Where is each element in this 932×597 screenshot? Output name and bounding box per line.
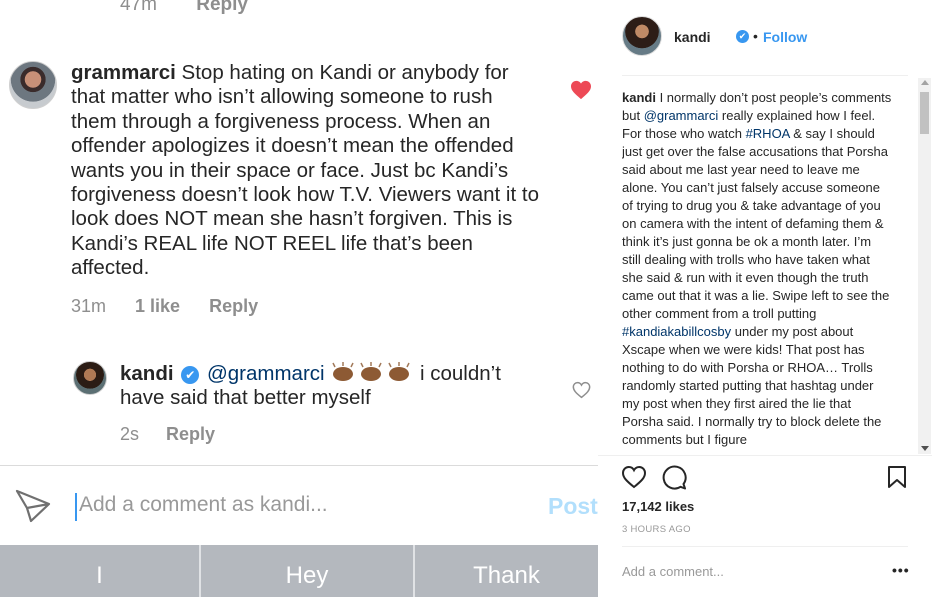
follow-button[interactable]: Follow [763, 29, 807, 45]
header-divider [622, 75, 908, 76]
comment-divider [622, 546, 908, 547]
reply-reply: Reply [166, 424, 216, 444]
keyboard-suggestion: Thank [473, 562, 540, 589]
post-side-panel: kandi ✔ • Follow kandi I normally don’t … [598, 0, 932, 597]
comment-text: Stop hating on Kandi or anybody for that… [71, 61, 539, 280]
caption-mention-link[interactable]: @grammarci [644, 108, 719, 123]
clapping-hands-icon [332, 362, 354, 381]
clapping-hands-icon [388, 362, 410, 381]
comment-meta: 31m 1 like Reply [71, 296, 282, 317]
caption-text: kandi I normally don’t post people’s com… [622, 89, 892, 449]
heart-outline-icon [572, 381, 591, 399]
keyboard-suggestion: I [96, 562, 103, 589]
bookmark-save-icon[interactable] [887, 465, 907, 489]
compose-placeholder: Add a comment as kandi... [79, 493, 328, 516]
comment-time: 31m [71, 296, 107, 316]
caption-segment: under my post about Xscape when we were … [622, 324, 882, 447]
scrollbar-thumb[interactable] [920, 92, 929, 134]
post-photo: 47m Reply grammarci Stop hating on Kandi… [0, 0, 598, 597]
caption-scrollbar[interactable] [918, 78, 931, 454]
reply-username: kandi [120, 362, 174, 385]
reply-time: 2s [120, 424, 140, 444]
caption-scroll-area[interactable]: kandi I normally don’t post people’s com… [622, 89, 892, 453]
compose-bar: Add a comment as kandi... Post [0, 465, 598, 545]
text-caret [75, 493, 77, 521]
caption-hashtag-link[interactable]: #RHOA [746, 126, 790, 141]
header-separator: • [753, 28, 758, 44]
reply-mention: @grammarci [206, 362, 325, 385]
verified-badge-icon: ✔ [181, 366, 200, 384]
previous-comment-time: 47m [120, 0, 157, 15]
kandi-reply-comment: kandi ✔ @grammarci i couldn’t have said … [120, 361, 540, 411]
like-heart-icon[interactable] [621, 465, 647, 489]
comment-reply: Reply [209, 296, 259, 316]
likes-count[interactable]: 17,142 likes [622, 499, 694, 514]
comment-bubble-icon[interactable] [661, 465, 687, 490]
kandi-reply-avatar [73, 361, 107, 395]
caption-segment: & say I should just get over the false a… [622, 126, 890, 321]
scroll-up-arrow-icon[interactable] [921, 80, 929, 85]
author-username[interactable]: kandi [674, 29, 711, 45]
more-options-icon[interactable]: ••• [892, 562, 910, 578]
scroll-down-arrow-icon[interactable] [921, 446, 929, 451]
grammarci-comment: grammarci Stop hating on Kandi or anybod… [71, 61, 541, 281]
send-icon [15, 489, 51, 523]
comment-likes: 1 like [135, 296, 181, 316]
comment-username: grammarci [71, 61, 176, 84]
actions-divider [598, 455, 932, 456]
previous-comment-meta: 47m Reply [120, 0, 282, 16]
previous-comment-reply: Reply [196, 0, 248, 15]
keyboard-suggestion: Hey [285, 562, 329, 589]
caption-username[interactable]: kandi [622, 90, 656, 105]
post-timestamp[interactable]: 3 HOURS AGO [622, 524, 691, 535]
reply-meta: 2s Reply [120, 424, 237, 445]
clapping-hands-icon [360, 362, 382, 381]
liked-heart-icon [571, 80, 591, 100]
grammarci-avatar [9, 61, 57, 109]
keyboard-suggestion-bar: I Hey Thank [0, 545, 598, 597]
add-comment-input[interactable]: Add a comment... [622, 564, 724, 579]
caption-hashtag-link[interactable]: #kandiakabillcosby [622, 324, 731, 339]
post-header: kandi ✔ • Follow [622, 16, 908, 60]
author-avatar[interactable] [622, 16, 662, 56]
post-button: Post [548, 493, 598, 519]
verified-badge-icon: ✔ [736, 30, 749, 43]
